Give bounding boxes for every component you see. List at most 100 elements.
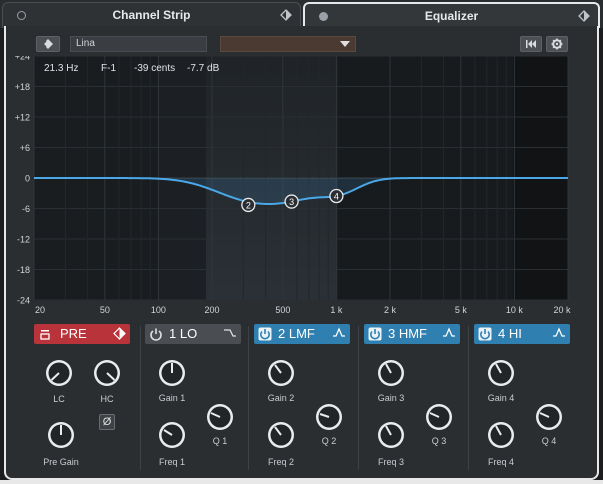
x-tick-label: 5 k (455, 305, 468, 315)
y-tick-label: +6 (20, 143, 30, 153)
y-axis-labels: +24 +18 +12 +6 0 -6 -12 -18 -24 (15, 52, 30, 306)
diamond-icon[interactable] (280, 9, 292, 21)
band-2-label: 2 LMF (278, 326, 315, 341)
power-icon[interactable] (149, 327, 163, 341)
y-tick-label: +24 (15, 56, 30, 62)
freq-4-label: Freq 4 (487, 457, 514, 467)
q-2-knob[interactable] (314, 402, 344, 432)
eq-node-label: 2 (246, 200, 251, 210)
band-separator (358, 326, 359, 470)
q-3-knob[interactable] (424, 402, 454, 432)
freq-2-knob[interactable] (266, 420, 296, 450)
gain-2-label: Gain 2 (267, 393, 295, 403)
high-shelf-filter-icon[interactable] (223, 327, 237, 339)
pre-header[interactable]: PRE (34, 324, 130, 344)
x-tick-label: 200 (204, 305, 219, 315)
readout-note: F-1 (101, 63, 116, 74)
phase-invert-button[interactable]: Ø (99, 414, 115, 430)
eq-node-label: 4 (334, 192, 339, 202)
band-3-header[interactable]: 3 HMF (364, 324, 460, 344)
lc-knob[interactable] (44, 358, 74, 388)
band-4: 4 HI Gain 4 Q 4 Freq 4 (474, 324, 570, 470)
freq-4-knob[interactable] (486, 420, 516, 450)
eq-node-3[interactable]: 3 (284, 194, 299, 209)
eq-node-4[interactable]: 4 (329, 188, 344, 204)
chevron-down-icon (340, 41, 350, 47)
pre-gain-knob[interactable] (46, 420, 76, 450)
y-tick-label: -24 (17, 296, 30, 306)
pre-gain-label: Pre Gain (43, 457, 79, 467)
x-tick-label: 10 k (506, 305, 524, 315)
freq-3-knob[interactable] (376, 420, 406, 450)
diamond-icon[interactable] (578, 10, 590, 22)
preset-dropdown[interactable] (220, 36, 356, 52)
preset-browser-button[interactable] (36, 36, 60, 52)
lc-label: LC (53, 394, 65, 404)
band-4-label: 4 HI (498, 326, 522, 341)
band-separator (140, 326, 141, 470)
x-tick-label: 20 k (553, 305, 571, 315)
q-4-label: Q 4 (541, 436, 557, 446)
pre-section: PRE LC HC Ø Pre Gain (34, 324, 130, 470)
gain-2-knob[interactable] (266, 358, 296, 388)
y-tick-label: -18 (17, 265, 30, 275)
band-separator (248, 326, 249, 470)
y-tick-label: -12 (17, 235, 30, 245)
tab-channel-strip-label: Channel Strip (112, 8, 191, 22)
eq-graph-canvas[interactable]: +24 +18 +12 +6 0 -6 -12 -18 -24 20 50 100 200 500 1 k… (6, 52, 597, 316)
y-tick-label: +18 (15, 82, 30, 92)
readout-frequency: 21.3 Hz (44, 63, 78, 74)
readout-cents: -39 cents (134, 63, 175, 74)
x-tick-label: 2 k (384, 305, 397, 315)
gain-3-knob[interactable] (376, 358, 406, 388)
eq-node-2[interactable]: 2 (241, 197, 256, 213)
eq-toolbar: Lina (12, 34, 595, 54)
x-tick-label: 500 (275, 305, 290, 315)
peak-filter-icon[interactable] (332, 327, 346, 339)
tab-channel-strip[interactable]: Channel Strip (2, 2, 301, 28)
q-2-label: Q 2 (321, 436, 337, 446)
gain-4-knob[interactable] (486, 358, 516, 388)
tab-bar: Channel Strip Equalizer (0, 0, 603, 28)
readout-gain: -7.7 dB (187, 63, 220, 74)
q-1-label: Q 1 (212, 436, 228, 446)
power-icon[interactable] (258, 327, 272, 341)
hc-label: HC (100, 394, 114, 404)
skip-back-icon (526, 40, 536, 48)
hc-knob[interactable] (92, 358, 122, 388)
band-separator (468, 326, 469, 470)
band-2: 2 LMF Gain 2 Q 2 Freq 2 (254, 324, 350, 470)
q-3-label: Q 3 (431, 436, 447, 446)
x-tick-label: 50 (100, 305, 110, 315)
x-tick-label: 1 k (330, 305, 343, 315)
q-4-knob[interactable] (534, 402, 564, 432)
q-1-knob[interactable] (205, 402, 235, 432)
eq-graph[interactable]: +24 +18 +12 +6 0 -6 -12 -18 -24 20 50 100 200 500 1 k… (6, 52, 597, 316)
x-tick-label: 20 (35, 305, 45, 315)
bottom-edge (0, 480, 603, 484)
band-1-header[interactable]: 1 LO (145, 324, 241, 344)
peak-filter-icon[interactable] (442, 327, 456, 339)
tab-equalizer[interactable]: Equalizer (303, 2, 600, 28)
freq-1-knob[interactable] (157, 420, 187, 450)
gear-icon (551, 38, 563, 50)
pre-toggle-icon[interactable] (38, 327, 52, 341)
gain-1-knob[interactable] (157, 358, 187, 388)
band-2-header[interactable]: 2 LMF (254, 324, 350, 344)
band-1: 1 LO Gain 1 Q 1 Freq 1 (145, 324, 241, 470)
power-icon[interactable] (478, 327, 492, 341)
tab-equalizer-label: Equalizer (424, 9, 479, 23)
y-tick-label: +12 (15, 113, 30, 123)
y-tick-label: 0 (25, 174, 30, 184)
diamond-arrows-icon (41, 39, 53, 49)
power-icon[interactable] (368, 327, 382, 341)
x-axis-labels: 20 50 100 200 500 1 k 2 k 5 k 10 k 20 k (35, 305, 571, 315)
peak-filter-icon[interactable] (552, 327, 566, 339)
settings-button[interactable] (546, 36, 568, 52)
diamond-icon[interactable] (113, 327, 126, 340)
preset-name-field[interactable]: Lina (70, 36, 207, 52)
band-4-header[interactable]: 4 HI (474, 324, 570, 344)
reset-button[interactable] (520, 36, 542, 52)
gain-4-label: Gain 4 (487, 393, 515, 403)
band-3-label: 3 HMF (388, 326, 427, 341)
